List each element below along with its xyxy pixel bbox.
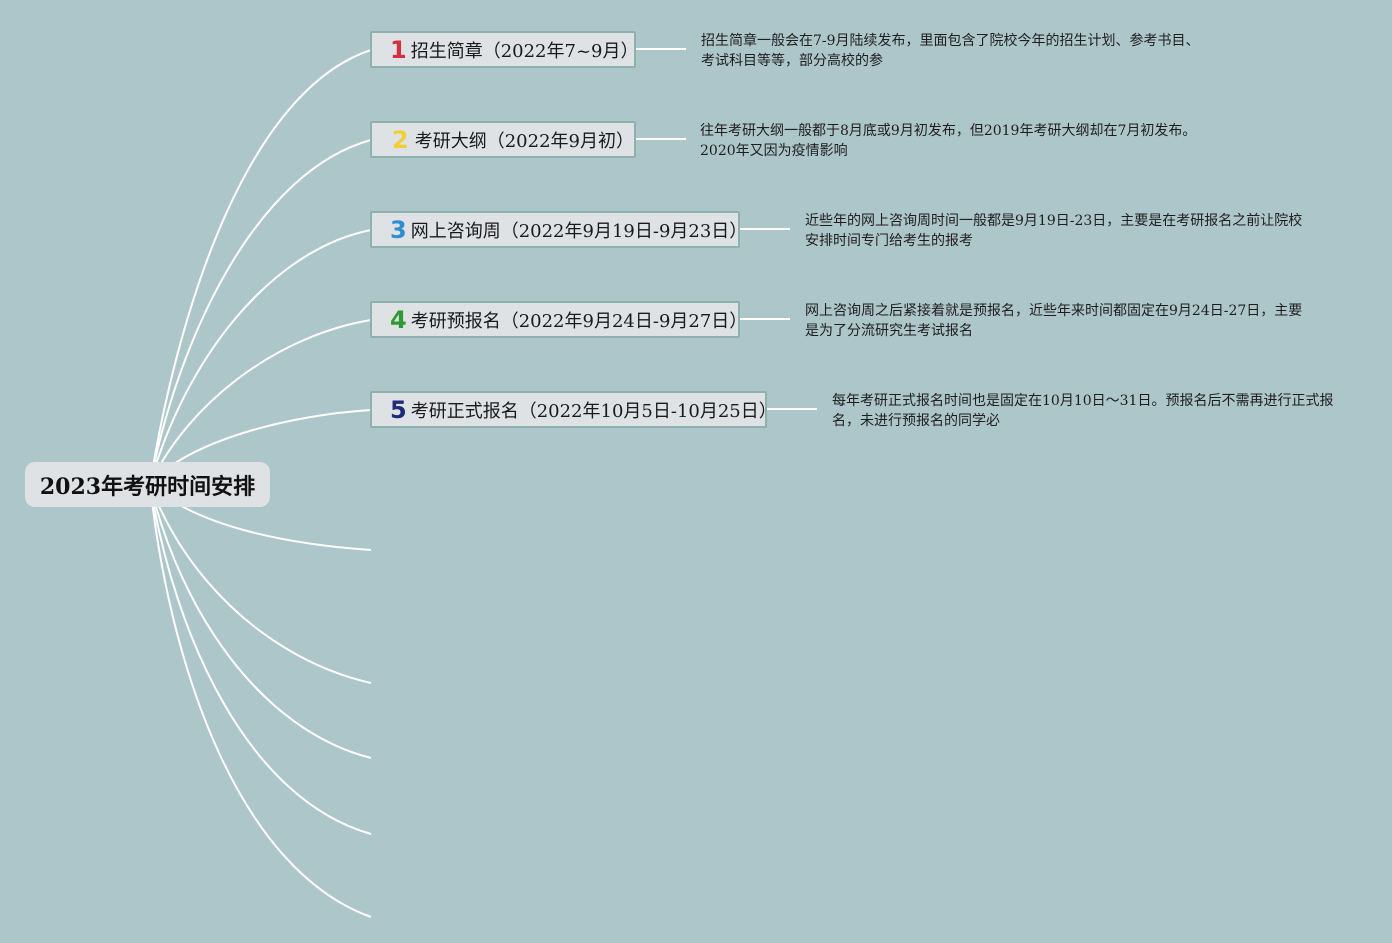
note-4: 网上咨询周之后紧接着就是预报名，近些年来时间都固定在9月24日-27日，主要 是… <box>805 301 1302 341</box>
branch-node-4[interactable]: 4 考研预报名（2022年9月24日-9月27日） <box>370 301 747 338</box>
branch-label-3: 网上咨询周（2022年9月19日-9月23日） <box>410 220 748 242</box>
note-3: 近些年的网上咨询周时间一般都是9月19日-23日，主要是在考研报名之前让院校 安… <box>805 211 1302 251</box>
note-4-line-2: 是为了分流研究生考试报名 <box>805 323 973 339</box>
note-5-line-1: 每年考研正式报名时间也是固定在10月10日～31日。预报名后不需再进行正式报 <box>832 393 1334 409</box>
note-1: 招生简章一般会在7-9月陆续发布，里面包含了院校今年的招生计划、参考书目、 考试… <box>701 31 1200 71</box>
note-2: 往年考研大纲一般都于8月底或9月初发布，但2019年考研大纲却在7月初发布。 2… <box>700 121 1196 161</box>
branch-node-3[interactable]: 3 网上咨询周（2022年9月19日-9月23日） <box>370 211 747 248</box>
note-2-line-1: 往年考研大纲一般都于8月底或9月初发布，但2019年考研大纲却在7月初发布。 <box>700 123 1197 139</box>
root-node[interactable]: 2023年考研时间安排 <box>25 462 270 507</box>
number-badge-5: 5 <box>390 395 407 424</box>
connector-1 <box>149 49 372 485</box>
connector-9 <box>149 483 372 835</box>
number-badge-3: 3 <box>390 215 407 244</box>
branch-node-1[interactable]: 1 招生简章（2022年7~9月） <box>370 31 639 68</box>
branch-label-1: 招生简章（2022年7~9月） <box>410 40 639 62</box>
note-3-line-1: 近些年的网上咨询周时间一般都是9月19日-23日，主要是在考研报名之前让院校 <box>805 213 1303 229</box>
connector-4 <box>149 319 372 485</box>
branch-node-2[interactable]: 2 考研大纲（2022年9月初） <box>370 121 636 158</box>
note-5: 每年考研正式报名时间也是固定在10月10日～31日。预报名后不需再进行正式报 名… <box>832 391 1333 431</box>
connector-3 <box>149 229 372 485</box>
note-4-line-1: 网上咨询周之后紧接着就是预报名，近些年来时间都固定在9月24日-27日，主要 <box>805 303 1303 319</box>
number-badge-2: 2 <box>392 125 409 154</box>
branch-node-5[interactable]: 5 考研正式报名（2022年10月5日-10月25日） <box>370 391 777 428</box>
note-3-line-2: 安排时间专门给考生的报考 <box>805 233 973 249</box>
branch-label-2: 考研大纲（2022年9月初） <box>414 130 634 152</box>
note-1-line-2: 考试科目等等，部分高校的参 <box>701 53 883 69</box>
connector-8 <box>149 483 372 759</box>
branch-label-4: 考研预报名（2022年9月24日-9月27日） <box>410 310 748 332</box>
note-2-line-2: 2020年又因为疫情影响 <box>700 143 848 159</box>
number-badge-1: 1 <box>390 35 407 64</box>
note-5-line-2: 名，未进行预报名的同学必 <box>832 413 1000 429</box>
note-1-line-1: 招生简章一般会在7-9月陆续发布，里面包含了院校今年的招生计划、参考书目、 <box>701 33 1200 49</box>
branch-label-5: 考研正式报名（2022年10月5日-10月25日） <box>410 400 777 422</box>
number-badge-4: 4 <box>390 305 407 334</box>
